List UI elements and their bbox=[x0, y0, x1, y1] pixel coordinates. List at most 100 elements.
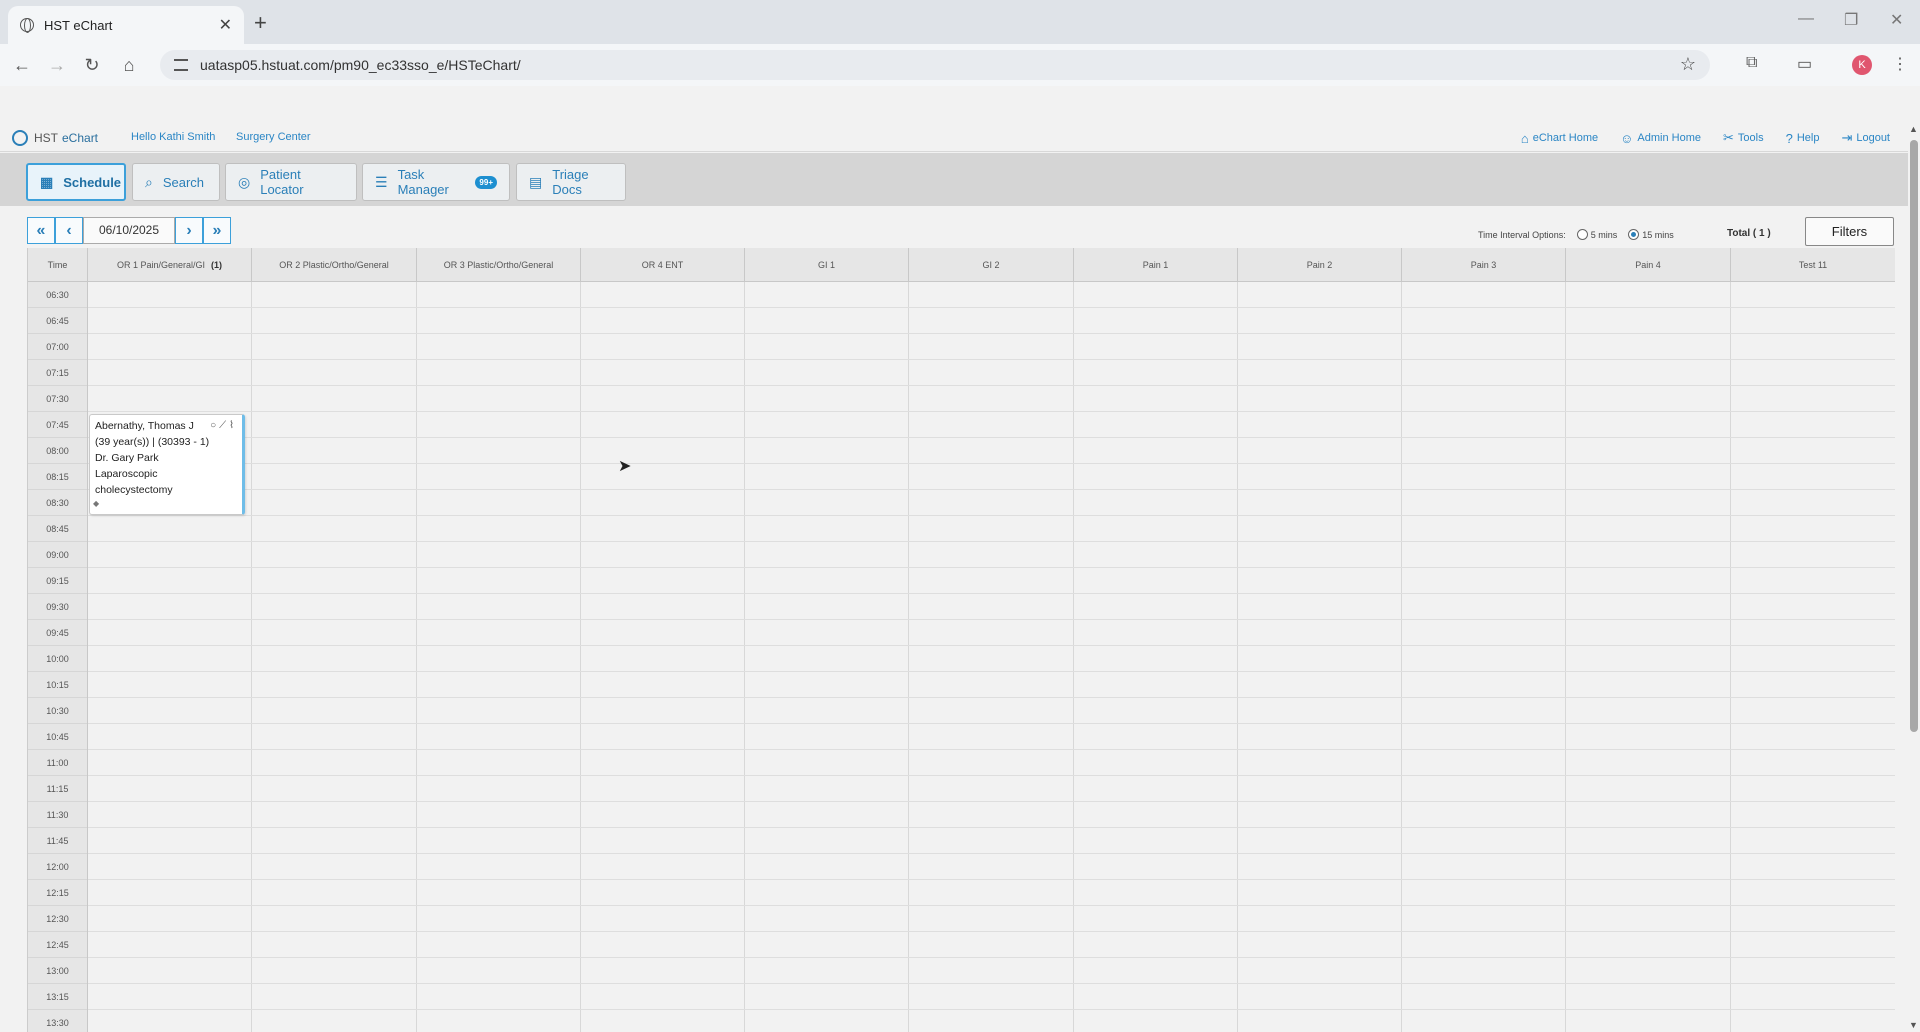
row-divider bbox=[88, 931, 1895, 932]
row-divider bbox=[88, 437, 1895, 438]
list-icon: ☰ bbox=[375, 173, 388, 190]
time-slot-label: 11:30 bbox=[28, 802, 87, 828]
help-link[interactable]: ? Help bbox=[1786, 130, 1820, 146]
time-slot-label: 09:30 bbox=[28, 594, 87, 620]
home-icon[interactable]: ⌂ bbox=[115, 52, 143, 78]
tab-search[interactable]: ⌕ Search bbox=[132, 163, 220, 201]
column-header[interactable]: Pain 3 bbox=[1402, 248, 1566, 282]
procedure-line: Laparoscopic bbox=[95, 468, 158, 480]
column-header[interactable]: Test 11 bbox=[1731, 248, 1895, 282]
profile-avatar[interactable]: K bbox=[1852, 55, 1872, 75]
bookmark-star-icon[interactable]: ☆ bbox=[1680, 54, 1696, 75]
time-slot-label: 08:15 bbox=[28, 464, 87, 490]
scroll-up-icon[interactable]: ▲ bbox=[1909, 124, 1918, 134]
column-divider bbox=[744, 282, 745, 1032]
facility-name[interactable]: Surgery Center bbox=[236, 131, 311, 143]
column-header[interactable]: Pain 1 bbox=[1074, 248, 1238, 282]
task-count-badge: 99+ bbox=[475, 175, 497, 189]
browser-menu-icon[interactable]: ⋮ bbox=[1892, 54, 1908, 74]
row-divider bbox=[88, 749, 1895, 750]
grid-header: Time OR 1 Pain/General/GI (1) OR 2 Plastic… bbox=[28, 248, 1895, 282]
column-header[interactable]: Pain 2 bbox=[1238, 248, 1402, 282]
resize-handle-icon[interactable]: ◆ bbox=[93, 496, 99, 512]
column-header-label: OR 3 Plastic/Ortho/General bbox=[443, 260, 554, 270]
back-icon[interactable]: ← bbox=[8, 52, 36, 78]
scroll-down-icon[interactable]: ▼ bbox=[1909, 1020, 1918, 1030]
column-divider bbox=[1730, 282, 1731, 1032]
close-tab-icon[interactable]: ✕ bbox=[219, 15, 232, 35]
scrollbar-thumb[interactable] bbox=[1910, 140, 1918, 732]
tab-task-manager[interactable]: ☰ Task Manager 99+ bbox=[362, 163, 510, 201]
minimize-icon[interactable]: — bbox=[1798, 10, 1814, 28]
app-logo[interactable]: HST eChart bbox=[12, 130, 98, 146]
time-slot-label: 06:30 bbox=[28, 282, 87, 308]
row-divider bbox=[88, 957, 1895, 958]
module-tabs: ▦ Schedule ⌕ Search ◎ Patient Locator ☰ … bbox=[0, 153, 1910, 206]
time-slot-label: 12:45 bbox=[28, 932, 87, 958]
link-label: eChart Home bbox=[1532, 132, 1599, 144]
forward-icon[interactable]: → bbox=[43, 52, 71, 78]
person-icon: ☺ bbox=[1620, 130, 1634, 146]
next-week-button[interactable]: » bbox=[203, 217, 231, 244]
column-header[interactable]: OR 3 Plastic/Ortho/General bbox=[417, 248, 581, 282]
app-header: HST eChart Hello Kathi Smith Surgery Cen… bbox=[0, 122, 1910, 152]
restore-icon[interactable]: ❐ bbox=[1844, 10, 1858, 30]
new-tab-icon[interactable]: + bbox=[254, 10, 267, 36]
window-close-icon[interactable]: ✕ bbox=[1890, 10, 1903, 30]
patient-details: (39 year(s)) | (30393 - 1) bbox=[95, 436, 210, 448]
browser-tab[interactable]: HST eChart ✕ bbox=[8, 6, 244, 44]
row-divider bbox=[88, 359, 1895, 360]
column-header[interactable]: OR 4 ENT bbox=[581, 248, 745, 282]
extensions-icon[interactable]: ⧉ bbox=[1746, 54, 1757, 72]
tab-schedule[interactable]: ▦ Schedule bbox=[26, 163, 126, 201]
globe-icon bbox=[20, 18, 34, 33]
appointment-card[interactable]: ○⟋⌇ Abernathy, Thomas J (39 year(s)) | (… bbox=[89, 414, 245, 515]
site-settings-icon[interactable] bbox=[174, 59, 188, 71]
time-slot-label: 11:45 bbox=[28, 828, 87, 854]
time-slot-label: 09:00 bbox=[28, 542, 87, 568]
link-label: Admin Home bbox=[1637, 132, 1701, 144]
echart-home-link[interactable]: ⌂ eChart Home bbox=[1521, 130, 1598, 146]
filters-button[interactable]: Filters bbox=[1805, 217, 1894, 246]
date-field[interactable]: 06/10/2025 bbox=[83, 217, 175, 244]
appointment-status-icons[interactable]: ○⟋⌇ bbox=[210, 418, 237, 434]
address-bar[interactable]: uatasp05.hstuat.com/pm90_ec33sso_e/HSTeC… bbox=[160, 50, 1710, 80]
page-scrollbar[interactable]: ▲ ▼ bbox=[1908, 122, 1920, 1032]
browser-tabstrip: HST eChart ✕ + — ❐ ✕ bbox=[0, 0, 1920, 44]
row-divider bbox=[88, 385, 1895, 386]
link-label: Tools bbox=[1737, 132, 1764, 144]
tools-link[interactable]: ✂ Tools bbox=[1723, 130, 1764, 146]
column-header-label: GI 1 bbox=[817, 260, 835, 270]
admin-home-link[interactable]: ☺ Admin Home bbox=[1620, 130, 1701, 146]
time-slot-label: 07:15 bbox=[28, 360, 87, 386]
row-divider bbox=[88, 905, 1895, 906]
next-day-button[interactable]: › bbox=[175, 217, 203, 244]
tab-patient-locator[interactable]: ◎ Patient Locator bbox=[225, 163, 357, 201]
tab-triage-docs[interactable]: ▤ Triage Docs bbox=[516, 163, 626, 201]
column-header[interactable]: GI 1 bbox=[745, 248, 909, 282]
reload-icon[interactable]: ↻ bbox=[78, 52, 106, 78]
column-divider bbox=[251, 282, 252, 1032]
interval-option-label: 5 mins bbox=[1590, 229, 1618, 240]
row-divider bbox=[88, 983, 1895, 984]
locator-icon: ◎ bbox=[238, 173, 251, 190]
side-panel-icon[interactable]: ▭ bbox=[1797, 54, 1812, 74]
previous-day-button[interactable]: ‹ bbox=[55, 217, 83, 244]
time-header: Time bbox=[28, 248, 88, 282]
interval-15-radio[interactable] bbox=[1628, 229, 1640, 240]
interval-5-radio[interactable] bbox=[1576, 229, 1588, 240]
column-header[interactable]: OR 1 Pain/General/GI (1) bbox=[88, 248, 252, 282]
tab-label: Task Manager bbox=[397, 167, 449, 197]
user-greeting[interactable]: Hello Kathi Smith bbox=[131, 131, 215, 143]
brand-name: eChart bbox=[62, 131, 99, 145]
column-divider bbox=[580, 282, 581, 1032]
previous-week-button[interactable]: « bbox=[27, 217, 55, 244]
tab-label: Schedule bbox=[63, 174, 122, 190]
column-header[interactable]: GI 2 bbox=[909, 248, 1074, 282]
column-header[interactable]: Pain 4 bbox=[1566, 248, 1731, 282]
logout-link[interactable]: ⇥ Logout bbox=[1841, 130, 1890, 146]
column-divider bbox=[908, 282, 909, 1032]
column-header-label: Test 11 bbox=[1798, 260, 1828, 270]
column-header[interactable]: OR 2 Plastic/Ortho/General bbox=[252, 248, 417, 282]
house-icon: ⌂ bbox=[1520, 130, 1529, 146]
